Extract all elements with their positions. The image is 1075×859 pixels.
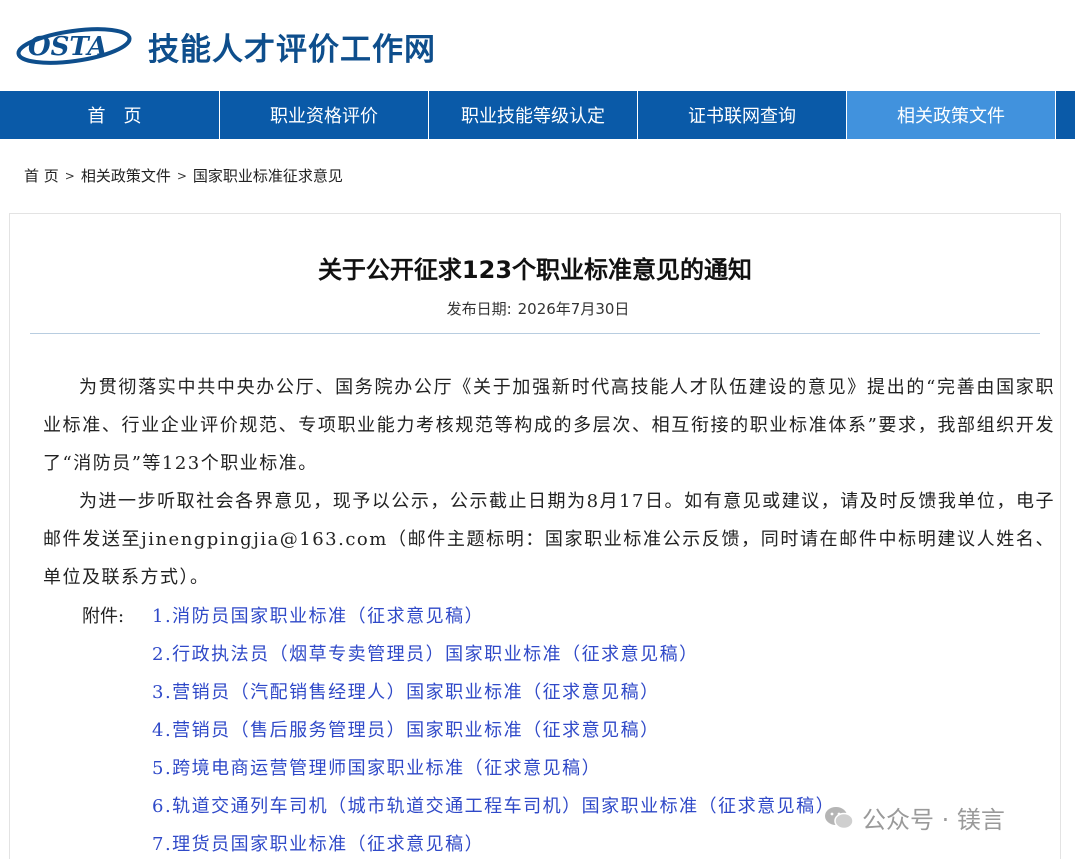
list-item: 5.跨境电商运营管理师国家职业标准（征求意见稿） <box>152 750 835 788</box>
site-title[interactable]: 技能人才评价工作网 <box>148 24 436 69</box>
breadcrumb-policy-documents[interactable]: 相关政策文件 <box>81 165 171 186</box>
main-nav: 首 页 职业资格评价 职业技能等级认定 证书联网查询 相关政策文件 <box>0 91 1075 139</box>
article-title: 关于公开征求123个职业标准意见的通知 <box>317 256 753 284</box>
attachment-link[interactable]: 7.理货员国家职业标准（征求意见稿） <box>152 834 484 855</box>
svg-text:OSTA: OSTA <box>28 32 108 62</box>
attachment-link[interactable]: 1.消防员国家职业标准（征求意见稿） <box>152 606 484 627</box>
nav-filler <box>1056 91 1075 139</box>
publish-date: 发布日期: 2026年7月30日 <box>10 298 1060 319</box>
publish-date-label: 发布日期: <box>446 300 512 318</box>
wechat-icon <box>825 806 854 829</box>
nav-item-policy-documents[interactable]: 相关政策文件 <box>847 91 1056 139</box>
list-item: 2.行政执法员（烟草专卖管理员）国家职业标准（征求意见稿） <box>152 636 835 674</box>
nav-item-certificate-query[interactable]: 证书联网查询 <box>638 91 847 139</box>
site-header: OSTA 技能人才评价工作网 <box>0 0 1075 91</box>
breadcrumb-standards-comments[interactable]: 国家职业标准征求意见 <box>193 165 343 186</box>
article-panel: 关于公开征求123个职业标准意见的通知 发布日期: 2026年7月30日 为贯彻落… <box>9 213 1061 859</box>
article-body: 为贯彻落实中共中央办公厅、国务院办公厅《关于加强新时代高技能人才队伍建设的意见》… <box>43 369 1055 597</box>
attachments-list: 1.消防员国家职业标准（征求意见稿） 2.行政执法员（烟草专卖管理员）国家职业标… <box>152 598 835 859</box>
nav-item-qualification-evaluation[interactable]: 职业资格评价 <box>220 91 429 139</box>
breadcrumb-separator: > <box>64 168 75 183</box>
list-item: 7.理货员国家职业标准（征求意见稿） <box>152 826 835 859</box>
list-item: 1.消防员国家职业标准（征求意见稿） <box>152 598 835 636</box>
attachment-link[interactable]: 2.行政执法员（烟草专卖管理员）国家职业标准（征求意见稿） <box>152 644 699 665</box>
nav-item-skill-level-certification[interactable]: 职业技能等级认定 <box>429 91 638 139</box>
attachment-link[interactable]: 4.营销员（售后服务管理员）国家职业标准（征求意见稿） <box>152 720 660 741</box>
list-item: 4.营销员（售后服务管理员）国家职业标准（征求意见稿） <box>152 712 835 750</box>
article-paragraph: 为进一步听取社会各界意见，现予以公示，公示截止日期为8月17日。如有意见或建议，… <box>43 491 1055 588</box>
attachment-link[interactable]: 5.跨境电商运营管理师国家职业标准（征求意见稿） <box>152 758 601 779</box>
title-divider <box>30 333 1040 334</box>
publish-date-value: 2026年7月30日 <box>517 300 630 318</box>
nav-item-home[interactable]: 首 页 <box>0 91 220 139</box>
list-item: 3.营销员（汽配销售经理人）国家职业标准（征求意见稿） <box>152 674 835 712</box>
breadcrumb: 首 页 > 相关政策文件 > 国家职业标准征求意见 <box>24 165 343 186</box>
article-paragraph: 为贯彻落实中共中央办公厅、国务院办公厅《关于加强新时代高技能人才队伍建设的意见》… <box>43 377 1055 474</box>
list-item: 6.轨道交通列车司机（城市轨道交通工程车司机）国家职业标准（征求意见稿） <box>152 788 835 826</box>
watermark-text: 公众号 · 镁言 <box>862 806 1005 834</box>
breadcrumb-separator: > <box>176 168 187 183</box>
attachment-link[interactable]: 3.营销员（汽配销售经理人）国家职业标准（征求意见稿） <box>152 682 660 703</box>
attachment-link[interactable]: 6.轨道交通列车司机（城市轨道交通工程车司机）国家职业标准（征求意见稿） <box>152 796 835 817</box>
wechat-watermark: 公众号 · 镁言 <box>824 800 1005 835</box>
breadcrumb-home[interactable]: 首 页 <box>24 165 59 186</box>
attachments-label: 附件: <box>82 606 125 627</box>
osta-logo[interactable]: OSTA <box>14 22 132 68</box>
